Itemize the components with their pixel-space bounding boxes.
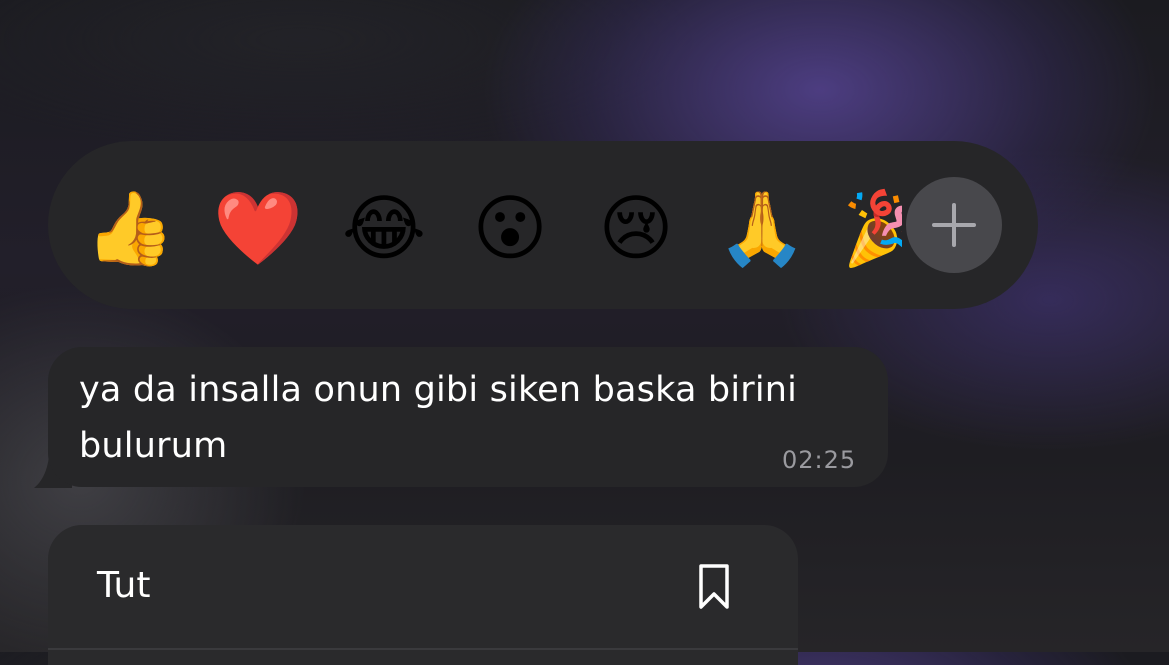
menu-item-save[interactable] <box>48 525 798 649</box>
red-heart-reaction[interactable]: ❤️ <box>212 182 304 274</box>
crying-face-reaction[interactable]: 😢 <box>590 182 682 274</box>
plus-icon-vertical <box>952 203 956 247</box>
tears-of-joy-reaction[interactable]: 😂 <box>338 182 430 274</box>
message-text: ya da insalla onun gibi siken baska biri… <box>79 370 798 466</box>
party-popper-reaction[interactable]: 🎉 <box>842 182 902 274</box>
bookmark-icon <box>699 564 729 609</box>
menu-divider <box>48 648 798 650</box>
menu-item-label: Tut <box>97 565 151 606</box>
surprised-face-reaction[interactable]: 😮 <box>464 182 556 274</box>
folded-hands-reaction[interactable]: 🙏 <box>716 182 808 274</box>
thumbs-up-reaction[interactable]: 👍 <box>84 182 176 274</box>
message-timestamp: 02:25 <box>782 446 857 474</box>
more-reactions-button[interactable] <box>906 177 1002 273</box>
